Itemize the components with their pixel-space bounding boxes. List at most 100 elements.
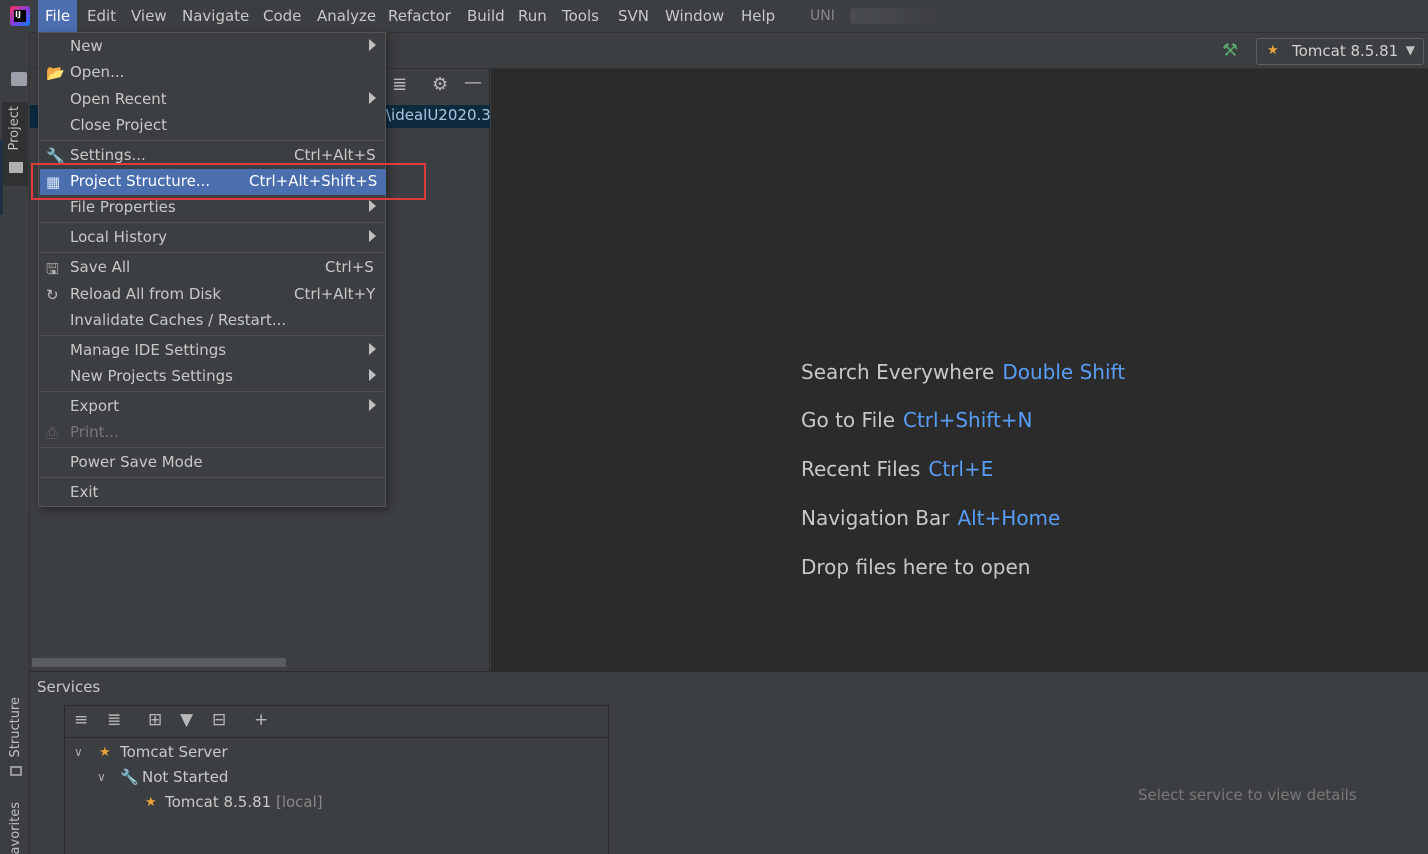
- collapse-all-icon[interactable]: ≣: [392, 74, 407, 95]
- chevron-down-icon[interactable]: ∨: [97, 770, 106, 784]
- menu-item-reload-all[interactable]: ↻ Reload All from Disk Ctrl+Alt+Y: [40, 282, 386, 308]
- menu-separator: [40, 252, 386, 253]
- structure-icon: [10, 766, 22, 776]
- project-view-icon[interactable]: [11, 72, 27, 86]
- menu-separator: [40, 477, 386, 478]
- menu-build[interactable]: Build: [460, 0, 512, 32]
- hint-label: Drop files here to open: [801, 555, 1031, 579]
- menu-item-label: New: [70, 37, 103, 55]
- hint-drop-files: Drop files here to open: [801, 555, 1030, 579]
- add-service-icon[interactable]: +: [254, 710, 268, 730]
- menu-item-label: Reload All from Disk: [70, 285, 222, 303]
- menu-code[interactable]: Code: [256, 0, 308, 32]
- submenu-arrow-icon: [369, 92, 376, 104]
- run-configuration-selector[interactable]: ★ Tomcat 8.5.81 ▼: [1256, 38, 1424, 65]
- menu-item-local-history[interactable]: Local History: [40, 225, 386, 251]
- submenu-arrow-icon: [369, 399, 376, 411]
- menu-item-shortcut: Ctrl+S: [325, 258, 374, 276]
- services-side-bar: [30, 705, 65, 854]
- collapse-all-icon[interactable]: ≣: [107, 710, 121, 730]
- build-hammer-icon[interactable]: ⚒: [1222, 40, 1238, 61]
- gear-icon[interactable]: ⚙: [432, 74, 448, 95]
- menu-separator: [40, 447, 386, 448]
- menu-item-power-save-mode[interactable]: Power Save Mode: [40, 450, 386, 476]
- menu-item-label: Print...: [70, 423, 119, 441]
- menu-item-export[interactable]: Export: [40, 394, 386, 420]
- menu-item-label: Local History: [70, 228, 168, 246]
- menu-help[interactable]: Help: [734, 0, 782, 32]
- structure-tab-label[interactable]: Structure: [8, 697, 23, 757]
- hint-go-to-file: Go to File Ctrl+Shift+N: [801, 408, 1033, 432]
- menu-item-exit[interactable]: Exit: [40, 480, 386, 506]
- folder-open-icon: 📂: [46, 64, 65, 82]
- submenu-arrow-icon: [369, 39, 376, 51]
- menu-item-label: Open...: [70, 63, 125, 81]
- menu-item-close-project[interactable]: Close Project: [40, 113, 386, 139]
- group-by-icon[interactable]: ⊞: [148, 710, 162, 730]
- menu-edit[interactable]: Edit: [80, 0, 123, 32]
- window-edge-accent: [0, 140, 3, 215]
- menu-item-new-projects-settings[interactable]: New Projects Settings: [40, 364, 386, 390]
- menu-view[interactable]: View: [124, 0, 174, 32]
- menu-item-open[interactable]: 📂 Open...: [40, 60, 386, 86]
- menu-separator: [40, 222, 386, 223]
- hint-shortcut: Ctrl+Shift+N: [903, 408, 1033, 432]
- hint-label: Recent Files: [801, 457, 921, 481]
- menu-item-label: Manage IDE Settings: [70, 341, 227, 359]
- tool-tab-project[interactable]: Project: [2, 102, 28, 186]
- menu-item-label: Power Save Mode: [70, 453, 203, 471]
- menu-item-label: Exit: [70, 483, 99, 501]
- menu-item-manage-ide-settings[interactable]: Manage IDE Settings: [40, 338, 386, 364]
- menu-item-label: File Properties: [70, 198, 176, 216]
- tree-node-tomcat-server[interactable]: Tomcat Server: [120, 743, 228, 761]
- project-path-fragment: \idealU2020.3: [386, 106, 491, 124]
- tree-node-not-started[interactable]: Not Started: [142, 768, 228, 786]
- menu-item-save-all[interactable]: 🖫 Save All Ctrl+S: [40, 255, 386, 281]
- menu-window[interactable]: Window: [658, 0, 731, 32]
- menu-item-label: New Projects Settings: [70, 367, 233, 385]
- hint-search-everywhere: Search Everywhere Double Shift: [801, 360, 1125, 384]
- project-title: UNI: [810, 8, 835, 24]
- menu-item-invalidate-caches[interactable]: Invalidate Caches / Restart...: [40, 308, 386, 334]
- intellij-logo-icon: IJ: [10, 6, 30, 26]
- left-tool-stripe: Project Structure avorites: [0, 32, 30, 854]
- expand-all-icon[interactable]: ≡: [74, 710, 88, 730]
- menu-item-open-recent[interactable]: Open Recent: [40, 87, 386, 113]
- printer-icon: ⎙: [46, 424, 59, 442]
- menu-refactor[interactable]: Refactor: [381, 0, 458, 32]
- menu-svn[interactable]: SVN: [611, 0, 656, 32]
- hint-recent-files: Recent Files Ctrl+E: [801, 457, 993, 481]
- menu-item-label: Open Recent: [70, 90, 167, 108]
- new-tab-icon[interactable]: ⊟: [212, 710, 226, 730]
- hide-panel-icon[interactable]: —: [464, 72, 482, 93]
- hint-label: Navigation Bar: [801, 506, 950, 530]
- filter-icon[interactable]: ▼: [180, 710, 193, 730]
- hint-shortcut: Double Shift: [1002, 360, 1126, 384]
- horizontal-scrollbar[interactable]: [32, 658, 286, 667]
- blurred-title-region: [850, 8, 945, 24]
- tree-node-tomcat-instance[interactable]: Tomcat 8.5.81 [local]: [165, 793, 323, 811]
- menu-item-label: Save All: [70, 258, 131, 276]
- favorites-tab-label[interactable]: avorites: [8, 802, 23, 854]
- menu-item-label: Settings...: [70, 146, 146, 164]
- project-tab-label: Project: [7, 106, 22, 151]
- menu-bar: IJ File Edit View Navigate Code Analyze …: [0, 0, 1428, 32]
- tomcat-icon: ★: [145, 795, 157, 810]
- menu-navigate[interactable]: Navigate: [175, 0, 256, 32]
- menu-item-label: Export: [70, 397, 120, 415]
- menu-item-print: ⎙ Print...: [40, 420, 386, 446]
- menu-file[interactable]: File: [38, 0, 78, 32]
- service-detail-placeholder: Select service to view details: [1138, 786, 1357, 804]
- chevron-down-icon: ▼: [1405, 43, 1415, 57]
- instance-tag: [local]: [275, 793, 323, 811]
- menu-item-new[interactable]: New: [40, 34, 386, 60]
- submenu-arrow-icon: [369, 230, 376, 242]
- chevron-down-icon[interactable]: ∨: [74, 745, 83, 759]
- menu-tools[interactable]: Tools: [555, 0, 606, 32]
- menu-run[interactable]: Run: [511, 0, 554, 32]
- tomcat-icon: ★: [1267, 43, 1279, 58]
- menu-item-label: Close Project: [70, 116, 167, 134]
- menu-separator: [40, 391, 386, 392]
- run-config-label: Tomcat 8.5.81: [1292, 42, 1399, 60]
- menu-analyze[interactable]: Analyze: [310, 0, 383, 32]
